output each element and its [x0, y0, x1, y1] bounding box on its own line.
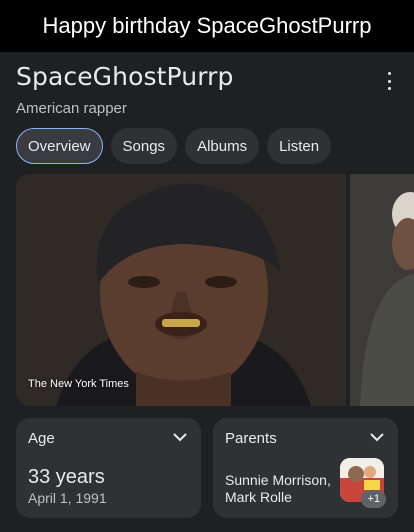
birth-date: April 1, 1991: [28, 490, 107, 506]
tab-songs[interactable]: Songs: [110, 128, 178, 164]
chevron-down-icon[interactable]: [173, 432, 187, 442]
more-count-badge: +1: [361, 490, 386, 508]
tab-albums[interactable]: Albums: [185, 128, 260, 164]
banner-text: Happy birthday SpaceGhostPurrp: [42, 13, 372, 38]
entity-title: SpaceGhostPurrp: [16, 62, 234, 91]
artist-photo[interactable]: The New York Times: [16, 174, 346, 406]
artist-photo-secondary[interactable]: [350, 174, 414, 406]
artist-portrait-illustration: [16, 174, 346, 406]
parent-name: Sunnie Morrison,: [225, 472, 331, 488]
tab-overview[interactable]: Overview: [16, 128, 103, 164]
age-label: Age: [28, 430, 55, 447]
parents-label: Parents: [225, 430, 277, 447]
photo-credit: The New York Times: [28, 378, 129, 390]
tab-bar: Overview Songs Albums Listen: [16, 128, 332, 164]
birthday-banner: Happy birthday SpaceGhostPurrp: [0, 0, 414, 52]
age-value: 33 years: [28, 466, 105, 488]
parents-names: Sunnie Morrison, Mark Rolle: [225, 472, 331, 506]
secondary-photo-illustration: [350, 174, 414, 406]
age-card[interactable]: Age 33 years April 1, 1991: [16, 418, 201, 518]
tab-listen[interactable]: Listen: [267, 128, 332, 164]
image-carousel[interactable]: The New York Times: [16, 174, 414, 406]
entity-description: American rapper: [16, 100, 127, 117]
knowledge-panel-header: SpaceGhostPurrp American rapper: [16, 62, 398, 117]
chevron-down-icon[interactable]: [370, 432, 384, 442]
parents-card[interactable]: Parents Sunnie Morrison, Mark Rolle +1: [213, 418, 398, 518]
parent-name: Mark Rolle: [225, 489, 292, 505]
more-vert-icon[interactable]: [386, 72, 392, 90]
